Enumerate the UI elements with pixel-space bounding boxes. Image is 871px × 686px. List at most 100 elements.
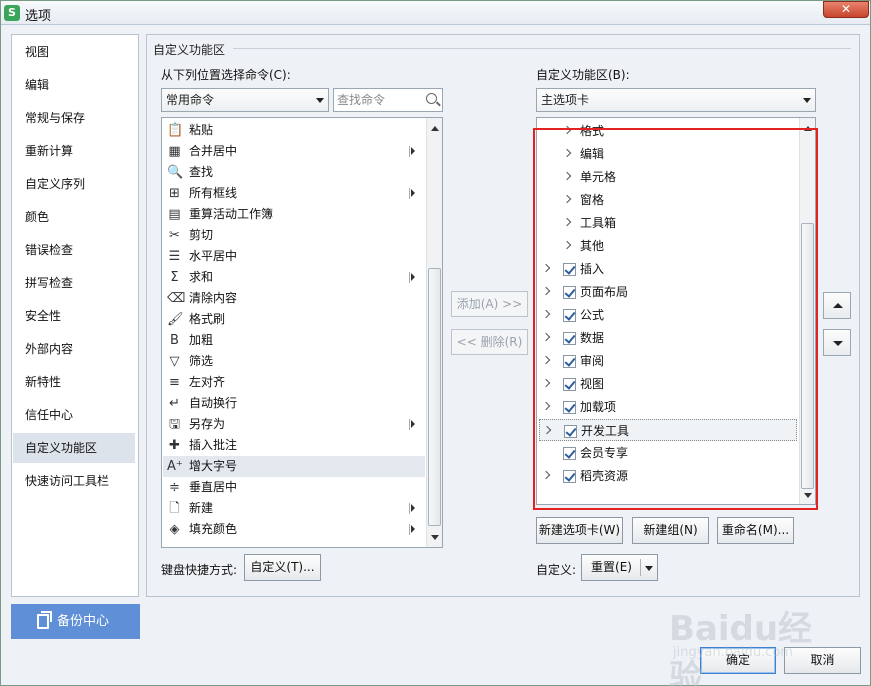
command-item[interactable]: ✂ 剪切 bbox=[163, 225, 425, 246]
cut-icon: ✂ bbox=[169, 228, 180, 243]
command-item[interactable]: 🔍 查找 bbox=[163, 162, 425, 183]
sidebar-item[interactable]: 编辑 bbox=[13, 70, 135, 100]
reset-label: 重置(E) bbox=[591, 560, 632, 574]
command-item[interactable]: ⌫ 清除内容 bbox=[163, 288, 425, 309]
sidebar-item[interactable]: 拼写检查 bbox=[13, 268, 135, 298]
submenu-arrow-icon bbox=[411, 189, 415, 197]
submenu-divider bbox=[409, 188, 410, 199]
move-up-button[interactable] bbox=[823, 292, 851, 319]
sidebar-item[interactable]: 视图 bbox=[13, 37, 135, 67]
command-item[interactable]: ☰ 水平居中 bbox=[163, 246, 425, 267]
choose-from-label: 从下列位置选择命令(C): bbox=[161, 68, 291, 82]
command-item[interactable]: 🖫 另存为 bbox=[163, 414, 425, 435]
command-item[interactable]: 📋 粘贴 bbox=[163, 120, 425, 141]
insert-comment-icon: ✚ bbox=[169, 438, 180, 453]
command-item[interactable]: ↵ 自动换行 bbox=[163, 393, 425, 414]
command-label: 清除内容 bbox=[189, 291, 238, 305]
clear-content-icon: ⌫ bbox=[167, 291, 186, 306]
app-logo-icon: S bbox=[4, 5, 20, 21]
customize-ribbon-value: 主选项卡 bbox=[541, 93, 590, 107]
options-sidebar: 视图 编辑 常规与保存 重新计算 自定义序列 颜色 错误检查 拼写检查 安全性 外部内容 新特性 信任… bbox=[11, 34, 139, 597]
choose-from-value: 常用命令 bbox=[166, 93, 215, 107]
customize-ribbon-select[interactable]: 主选项卡 bbox=[536, 88, 816, 112]
command-label: 另存为 bbox=[189, 417, 226, 431]
command-label: 左对齐 bbox=[189, 375, 226, 389]
sidebar-item[interactable]: 外部内容 bbox=[13, 334, 135, 364]
split-divider bbox=[640, 559, 641, 576]
cancel-button[interactable]: 取消 bbox=[784, 647, 861, 674]
sidebar-item[interactable]: 快速访问工具栏 bbox=[13, 466, 135, 496]
section-divider bbox=[233, 48, 851, 49]
command-list-scrollbar[interactable] bbox=[426, 118, 442, 547]
merge-center-icon: ▦ bbox=[168, 144, 181, 159]
all-borders-icon: ⊞ bbox=[169, 186, 180, 201]
sidebar-item[interactable]: 错误检查 bbox=[13, 235, 135, 265]
sidebar-item[interactable]: 信任中心 bbox=[13, 400, 135, 430]
sidebar-item[interactable]: 常规与保存 bbox=[13, 103, 135, 133]
command-item[interactable]: ⊞ 所有框线 bbox=[163, 183, 425, 204]
command-item[interactable]: ▤ 重算活动工作簿 bbox=[163, 204, 425, 225]
command-item[interactable]: B 加粗 bbox=[163, 330, 425, 351]
reset-split-button[interactable]: 重置(E) bbox=[581, 554, 658, 581]
command-label: 查找 bbox=[189, 165, 214, 179]
increase-font-icon: A⁺ bbox=[167, 459, 183, 474]
sidebar-item[interactable]: 颜色 bbox=[13, 202, 135, 232]
highlight-annotation-box bbox=[533, 128, 818, 510]
command-item[interactable]: ◈ 填充颜色 bbox=[163, 519, 425, 540]
command-item[interactable]: ▽ 筛选 bbox=[163, 351, 425, 372]
search-placeholder: 查找命令 bbox=[337, 93, 386, 107]
scroll-thumb[interactable] bbox=[428, 268, 441, 526]
backup-center-button[interactable]: 备份中心 bbox=[11, 604, 140, 639]
command-item[interactable]: Σ 求和 bbox=[163, 267, 425, 288]
new-tab-button[interactable]: 新建选项卡(W) bbox=[536, 517, 623, 544]
fill-color-icon: ◈ bbox=[169, 522, 180, 537]
submenu-arrow-icon bbox=[411, 525, 415, 533]
command-label: 所有框线 bbox=[189, 186, 238, 200]
customize-shortcut-button[interactable]: 自定义(T)... bbox=[244, 554, 321, 581]
recalc-workbook-icon: ▤ bbox=[168, 207, 181, 222]
submenu-arrow-icon bbox=[411, 273, 415, 281]
submenu-divider bbox=[409, 272, 410, 283]
new-group-button[interactable]: 新建组(N) bbox=[632, 517, 709, 544]
section-title: 自定义功能区 bbox=[153, 43, 226, 57]
command-item[interactable]: ✚ 插入批注 bbox=[163, 435, 425, 456]
command-list[interactable]: ◈ 填充颜色 🗋 新建 ≑ 垂直居中 A⁺ 增大字号 ✚ 插入批注 🖫 另存为 ↵ 自动换行 ≡ 左对齐 ▽ 筛选… bbox=[161, 117, 443, 548]
sidebar-item[interactable]: 自定义序列 bbox=[13, 169, 135, 199]
command-item[interactable]: 🖌 格式刷 bbox=[163, 309, 425, 330]
command-label: 水平居中 bbox=[189, 249, 238, 263]
add-button[interactable]: 添加(A) >> bbox=[451, 291, 528, 317]
save-as-icon: 🖫 bbox=[168, 417, 181, 432]
keyboard-shortcut-label: 键盘快捷方式: bbox=[161, 563, 238, 577]
submenu-divider bbox=[409, 503, 410, 514]
chevron-down-icon bbox=[316, 98, 324, 103]
sidebar-item[interactable]: 重新计算 bbox=[13, 136, 135, 166]
scroll-down-icon[interactable] bbox=[431, 535, 439, 540]
search-input[interactable]: 查找命令 bbox=[333, 88, 443, 112]
scroll-up-icon[interactable] bbox=[431, 126, 439, 131]
window-title: 选项 bbox=[25, 9, 52, 24]
ok-button[interactable]: 确定 bbox=[700, 647, 776, 674]
backup-icon bbox=[37, 611, 52, 629]
command-label: 剪切 bbox=[189, 228, 214, 242]
sidebar-item[interactable]: 自定义功能区 bbox=[13, 433, 135, 463]
options-dialog: S 选项 ✕ 视图 编辑 常规与保存 重新计算 自定义序列 颜色 错误检查 拼写检查 安全性 外部… bbox=[0, 0, 871, 686]
sidebar-item[interactable]: 安全性 bbox=[13, 301, 135, 331]
remove-button[interactable]: << 删除(R) bbox=[451, 329, 528, 355]
command-label: 填充颜色 bbox=[189, 522, 238, 536]
move-down-button[interactable] bbox=[823, 329, 851, 356]
submenu-arrow-icon bbox=[411, 504, 415, 512]
sidebar-item[interactable]: 新特性 bbox=[13, 367, 135, 397]
command-item[interactable]: ≑ 垂直居中 bbox=[163, 477, 425, 498]
command-item[interactable]: 🗋 新建 bbox=[163, 498, 425, 519]
submenu-divider bbox=[409, 419, 410, 430]
command-item[interactable]: ≡ 左对齐 bbox=[163, 372, 425, 393]
chevron-down-icon[interactable] bbox=[645, 566, 653, 571]
submenu-arrow-icon bbox=[411, 420, 415, 428]
close-button[interactable]: ✕ bbox=[823, 1, 869, 18]
command-item[interactable]: ▦ 合并居中 bbox=[163, 141, 425, 162]
choose-from-select[interactable]: 常用命令 bbox=[161, 88, 329, 112]
command-item[interactable]: A⁺ 增大字号 bbox=[163, 456, 425, 477]
paste-icon: 📋 bbox=[167, 123, 184, 138]
rename-button[interactable]: 重命名(M)... bbox=[717, 517, 794, 544]
command-label: 格式刷 bbox=[189, 312, 226, 326]
